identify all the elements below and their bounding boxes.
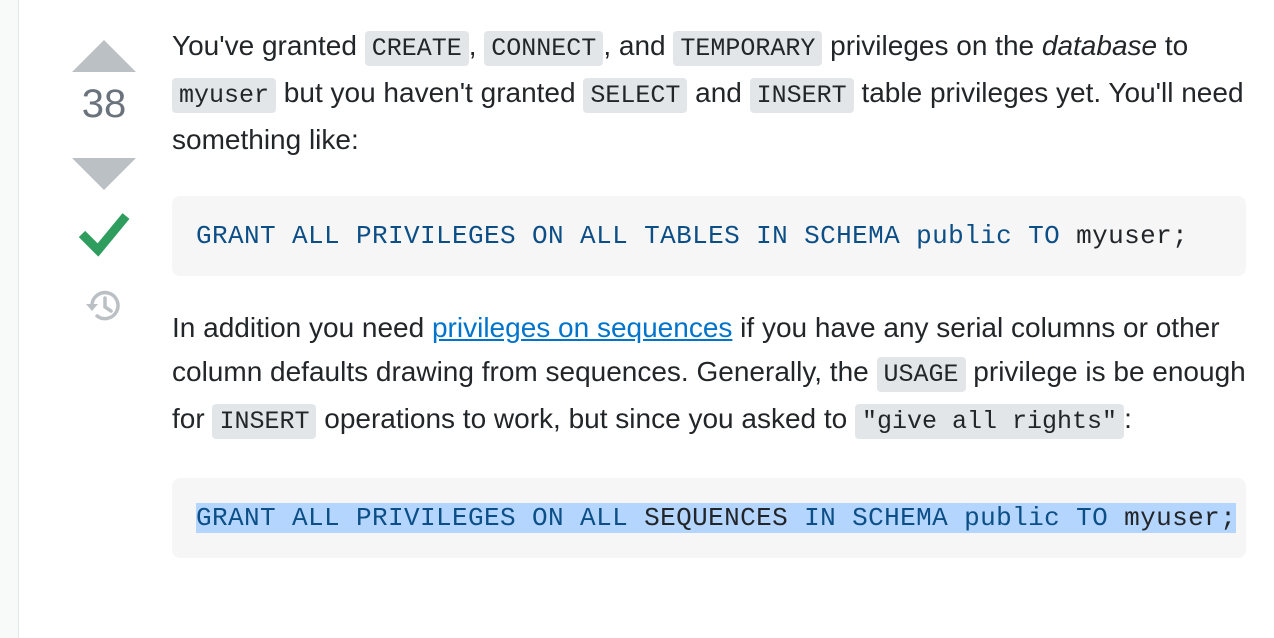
answer-paragraph-2: In addition you need privileges on seque… bbox=[172, 306, 1246, 444]
code-keywords: IN SCHEMA public TO bbox=[804, 503, 1109, 533]
code-identifier: myuser; bbox=[1060, 221, 1189, 251]
vote-count: 38 bbox=[81, 82, 127, 126]
selected-code[interactable]: GRANT ALL PRIVILEGES ON ALL SEQUENCES IN… bbox=[196, 503, 1237, 533]
code-keywords: GRANT ALL PRIVILEGES ON ALL TABLES IN SC… bbox=[196, 221, 1061, 251]
inline-code: CREATE bbox=[364, 31, 469, 66]
inline-code: SELECT bbox=[583, 78, 688, 113]
text: to bbox=[1157, 30, 1189, 61]
answer-body: You've granted CREATE, CONNECT, and TEMP… bbox=[172, 24, 1246, 588]
vote-column: 38 bbox=[60, 40, 148, 326]
text: operations to work, but since you asked … bbox=[316, 403, 856, 434]
inline-code: "give all rights" bbox=[855, 404, 1125, 439]
text: and bbox=[687, 77, 750, 108]
emphasis: database bbox=[1041, 30, 1158, 61]
text: : bbox=[1124, 403, 1132, 434]
inline-code: CONNECT bbox=[484, 31, 604, 66]
inline-code: INSERT bbox=[749, 78, 854, 113]
upvote-arrow-icon[interactable] bbox=[72, 40, 136, 72]
history-icon[interactable] bbox=[84, 286, 124, 326]
text: , bbox=[468, 30, 485, 61]
text: but you haven't granted bbox=[276, 77, 584, 108]
inline-code: TEMPORARY bbox=[673, 31, 823, 66]
inline-code: INSERT bbox=[212, 404, 317, 439]
inline-code: USAGE bbox=[876, 357, 966, 392]
text: You've granted bbox=[172, 30, 365, 61]
text: In addition you need bbox=[172, 312, 432, 343]
downvote-arrow-icon[interactable] bbox=[72, 158, 136, 190]
code-block-tables[interactable]: GRANT ALL PRIVILEGES ON ALL TABLES IN SC… bbox=[172, 196, 1246, 276]
code-keywords: GRANT ALL PRIVILEGES ON ALL bbox=[196, 503, 629, 533]
checkmark-icon bbox=[78, 213, 130, 257]
code-identifier: myuser; bbox=[1108, 503, 1237, 533]
text: privileges on the bbox=[822, 30, 1042, 61]
code-identifier: SEQUENCES bbox=[628, 503, 805, 533]
code-block-sequences[interactable]: GRANT ALL PRIVILEGES ON ALL SEQUENCES IN… bbox=[172, 478, 1246, 558]
inline-code: myuser bbox=[172, 78, 277, 113]
text: , and bbox=[603, 30, 674, 61]
answer-paragraph-1: You've granted CREATE, CONNECT, and TEMP… bbox=[172, 24, 1246, 162]
privileges-on-sequences-link[interactable]: privileges on sequences bbox=[432, 312, 732, 343]
left-sidebar-edge bbox=[0, 0, 19, 638]
